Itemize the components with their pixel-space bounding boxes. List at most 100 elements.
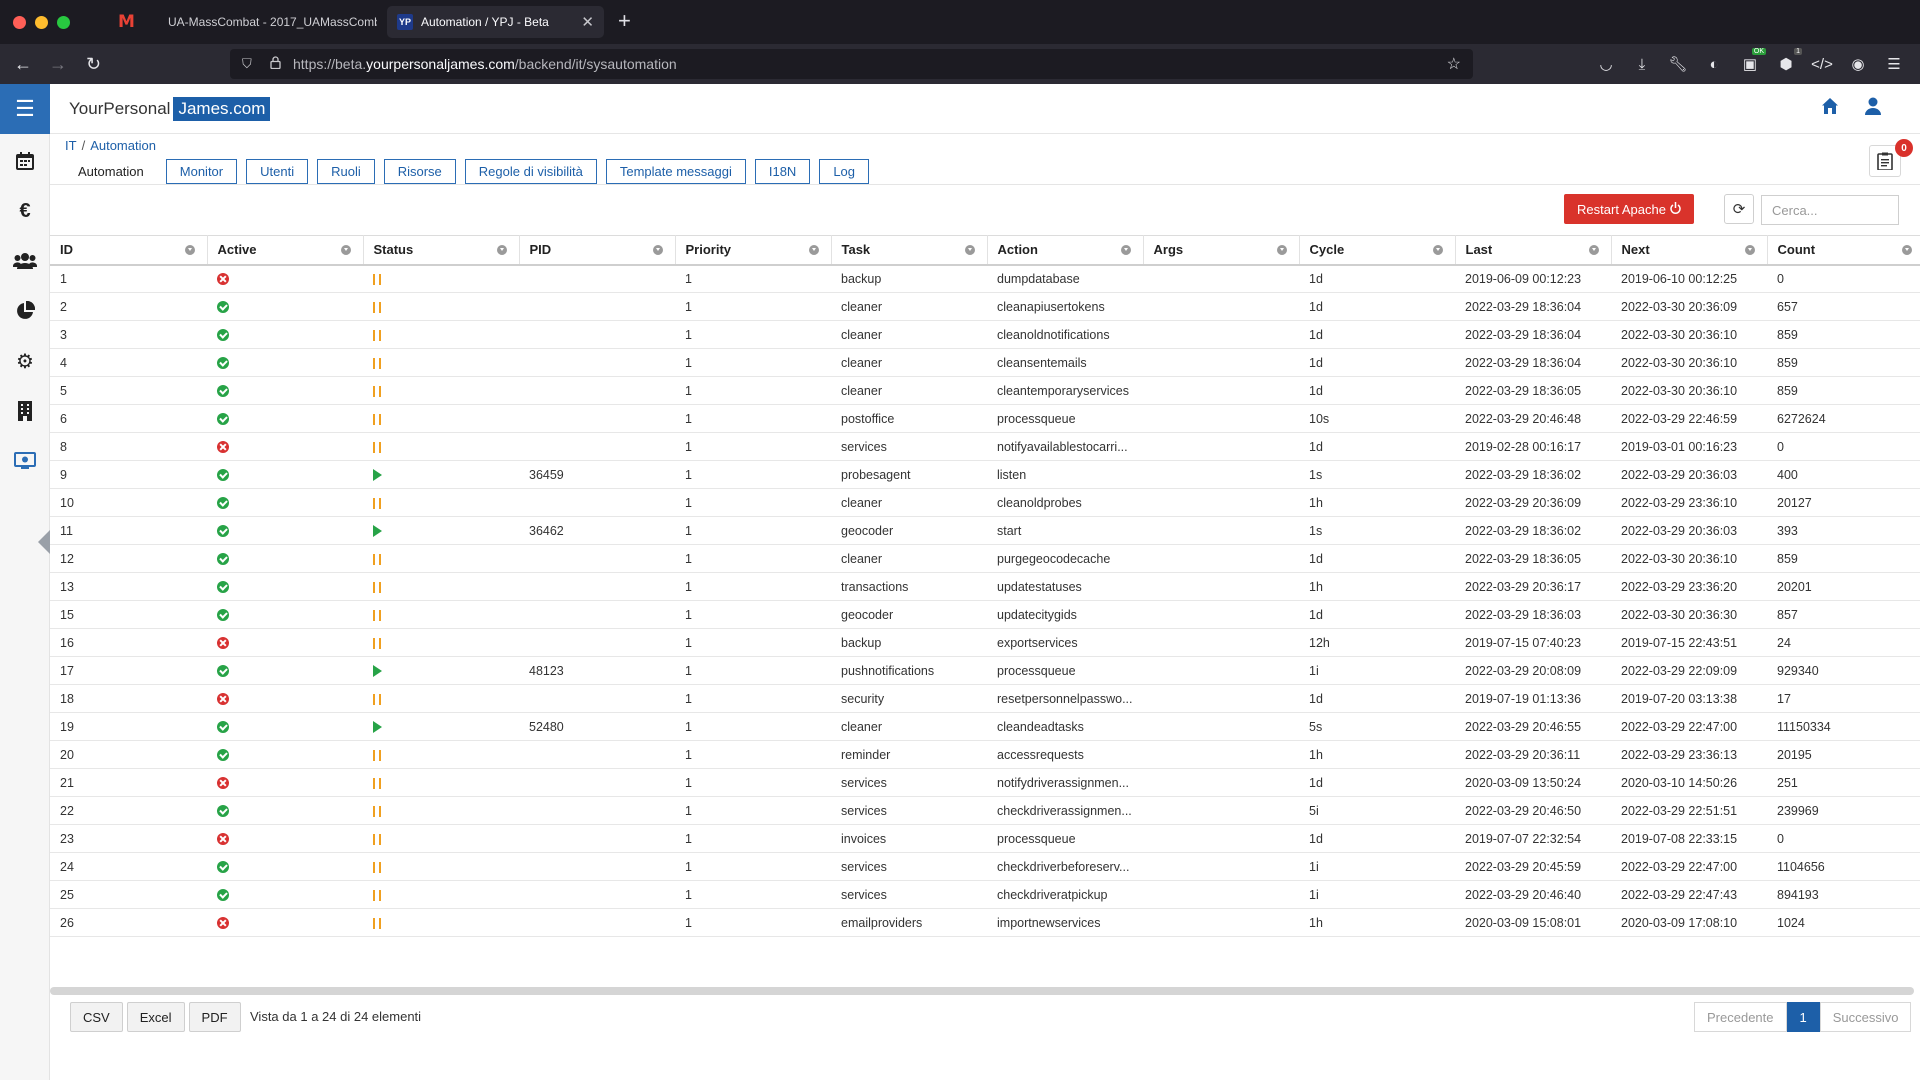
- export-csv-button[interactable]: CSV: [70, 1002, 123, 1032]
- column-header-action[interactable]: Action: [987, 235, 1144, 265]
- pocket-icon[interactable]: ◡: [1596, 54, 1616, 74]
- sort-icon[interactable]: [964, 245, 975, 255]
- tab-template-messaggi[interactable]: Template messaggi: [605, 159, 746, 184]
- tab-automation[interactable]: Automation: [65, 159, 157, 184]
- system-monitor-icon[interactable]: [10, 446, 40, 476]
- breadcrumb-item-automation[interactable]: Automation: [90, 138, 156, 153]
- tab-monitor[interactable]: Monitor: [165, 159, 238, 184]
- table-row[interactable]: 3 1 cleaner cleanoldnotifications 1d 2022-03-…: [50, 321, 1920, 349]
- browser-tab-active[interactable]: YP Automation / YPJ - Beta ✕: [387, 6, 604, 38]
- table-row[interactable]: 16 1 backup exportservices 12h 2019-07-15 07:…: [50, 629, 1920, 657]
- url-text[interactable]: https://beta.yourpersonaljames.com/backe…: [293, 56, 677, 72]
- sort-icon[interactable]: [1588, 245, 1599, 255]
- column-header-count[interactable]: Count: [1767, 235, 1920, 265]
- table-row[interactable]: 10 1 cleaner cleanoldprobes 1h 2022-03-29 20:…: [50, 489, 1920, 517]
- ublock-icon[interactable]: ⬢ 1: [1776, 48, 1802, 74]
- column-header-last[interactable]: Last: [1455, 235, 1612, 265]
- sort-icon[interactable]: [1901, 245, 1912, 255]
- column-header-next[interactable]: Next: [1611, 235, 1768, 265]
- table-row[interactable]: 24 1 services checkdriverbeforeserv... 1i 202…: [50, 853, 1920, 881]
- table-row[interactable]: 9 36459 1 probesagent listen 1s 2022-03-29 18:…: [50, 461, 1920, 489]
- table-row[interactable]: 2 1 cleaner cleanapiusertokens 1d 2022-03-29 …: [50, 293, 1920, 321]
- lock-icon[interactable]: [270, 56, 281, 72]
- sort-icon[interactable]: [1432, 245, 1443, 255]
- tab-ruoli[interactable]: Ruoli: [317, 159, 375, 184]
- table-row[interactable]: 26 1 emailproviders importnewservices 1h 2020…: [50, 909, 1920, 937]
- pagination-page[interactable]: 1: [1786, 1002, 1820, 1032]
- horizontal-scrollbar[interactable]: [50, 987, 1914, 995]
- table-row[interactable]: 18 1 security resetpersonnelpasswo... 1d 2019…: [50, 685, 1920, 713]
- table-row[interactable]: 22 1 services checkdriverassignmen... 5i 2022…: [50, 797, 1920, 825]
- brand-logo[interactable]: YourPersonal James.com: [69, 97, 271, 121]
- home-icon[interactable]: [1821, 97, 1839, 121]
- tab-utenti[interactable]: Utenti: [246, 159, 309, 184]
- forward-arrow-icon[interactable]: →: [49, 52, 67, 76]
- tab-log[interactable]: Log: [819, 159, 870, 184]
- table-row[interactable]: 25 1 services checkdriveratpickup 1i 2022-03-…: [50, 881, 1920, 909]
- extension-icon[interactable]: ◐: [1704, 54, 1724, 74]
- table-row[interactable]: 13 1 transactions updatestatuses 1h 2022-03-2…: [50, 573, 1920, 601]
- column-header-status[interactable]: Status: [363, 235, 520, 265]
- column-header-id[interactable]: ID: [50, 235, 208, 265]
- pagination-previous[interactable]: Precedente: [1694, 1002, 1787, 1032]
- minimize-window-button[interactable]: [35, 16, 48, 29]
- user-icon[interactable]: [1864, 97, 1882, 121]
- sort-icon[interactable]: [1120, 245, 1131, 255]
- column-header-active[interactable]: Active: [207, 235, 364, 265]
- search-input[interactable]: [1761, 195, 1899, 225]
- hamburger-menu-icon[interactable]: ☰: [1884, 54, 1904, 74]
- menu-toggle-button[interactable]: ☰: [0, 84, 50, 134]
- close-icon[interactable]: ✕: [581, 13, 594, 31]
- reload-icon[interactable]: ↻: [86, 52, 101, 76]
- address-bar[interactable]: ⛉ https://beta.yourpersonaljames.com/bac…: [230, 49, 1473, 79]
- table-row[interactable]: 5 1 cleaner cleantemporaryservices 1d 2022-03…: [50, 377, 1920, 405]
- sort-icon[interactable]: [1744, 245, 1755, 255]
- calendar-icon[interactable]: [10, 146, 40, 176]
- table-row[interactable]: 1 1 backup dumpdatabase 1d 2019-06-09 00:12:2…: [50, 265, 1920, 293]
- sort-icon[interactable]: [184, 245, 195, 255]
- extension-ok-icon[interactable]: ▣ OK: [1740, 48, 1766, 74]
- back-arrow-icon[interactable]: ←: [14, 52, 32, 76]
- building-icon[interactable]: [10, 396, 40, 426]
- account-icon[interactable]: ◉: [1848, 54, 1868, 74]
- export-excel-button[interactable]: Excel: [126, 1002, 185, 1032]
- column-header-cycle[interactable]: Cycle: [1299, 235, 1456, 265]
- sort-icon[interactable]: [1276, 245, 1287, 255]
- pinned-tab-gmail[interactable]: M: [108, 10, 144, 34]
- table-row[interactable]: 12 1 cleaner purgegeocodecache 1d 2022-03-29 …: [50, 545, 1920, 573]
- table-row[interactable]: 11 36462 1 geocoder start 1s 2022-03-29 18:36:…: [50, 517, 1920, 545]
- browser-tab[interactable]: UA-MassCombat - 2017_UAMassCombat ✕: [158, 6, 408, 38]
- table-row[interactable]: 19 52480 1 cleaner cleandeadtasks 5s 2022-03-2…: [50, 713, 1920, 741]
- table-row[interactable]: 20 1 reminder accessrequests 1h 2022-03-29 20…: [50, 741, 1920, 769]
- shield-icon[interactable]: ⛉: [242, 56, 256, 72]
- table-row[interactable]: 17 48123 1 pushnotifications processqueue 1i 2…: [50, 657, 1920, 685]
- breadcrumb-item-it[interactable]: IT: [65, 138, 77, 153]
- refresh-button[interactable]: ⟳: [1724, 194, 1754, 224]
- bookmark-star-icon[interactable]: ☆: [1447, 54, 1461, 74]
- restart-apache-button[interactable]: Restart Apache: [1564, 194, 1694, 224]
- new-tab-button[interactable]: +: [618, 9, 631, 33]
- table-row[interactable]: 8 1 services notifyavailablestocarri... 1d 20…: [50, 433, 1920, 461]
- wrench-icon[interactable]: 🔧︎: [1668, 54, 1688, 74]
- pie-chart-icon[interactable]: [10, 296, 40, 326]
- euro-icon[interactable]: €: [10, 196, 40, 226]
- sort-icon[interactable]: [496, 245, 507, 255]
- export-pdf-button[interactable]: PDF: [188, 1002, 241, 1032]
- table-row[interactable]: 23 1 invoices processqueue 1d 2019-07-07 22:3…: [50, 825, 1920, 853]
- sort-icon[interactable]: [340, 245, 351, 255]
- column-header-task[interactable]: Task: [831, 235, 988, 265]
- pagination-next[interactable]: Successivo: [1819, 1002, 1912, 1032]
- table-row[interactable]: 4 1 cleaner cleansentemails 1d 2022-03-29 18:…: [50, 349, 1920, 377]
- close-window-button[interactable]: [13, 16, 26, 29]
- column-header-pid[interactable]: PID: [519, 235, 676, 265]
- maximize-window-button[interactable]: [57, 16, 70, 29]
- tab-regole-visibilita[interactable]: Regole di visibilità: [464, 159, 597, 184]
- gears-icon[interactable]: ⚙: [10, 346, 40, 376]
- devtools-icon[interactable]: </>: [1811, 54, 1833, 74]
- table-row[interactable]: 21 1 services notifydriverassignmen... 1d 202…: [50, 769, 1920, 797]
- users-icon[interactable]: [10, 246, 40, 276]
- tab-risorse[interactable]: Risorse: [383, 159, 456, 184]
- sort-icon[interactable]: [652, 245, 663, 255]
- table-row[interactable]: 6 1 postoffice processqueue 10s 2022-03-29 20…: [50, 405, 1920, 433]
- column-header-args[interactable]: Args: [1143, 235, 1300, 265]
